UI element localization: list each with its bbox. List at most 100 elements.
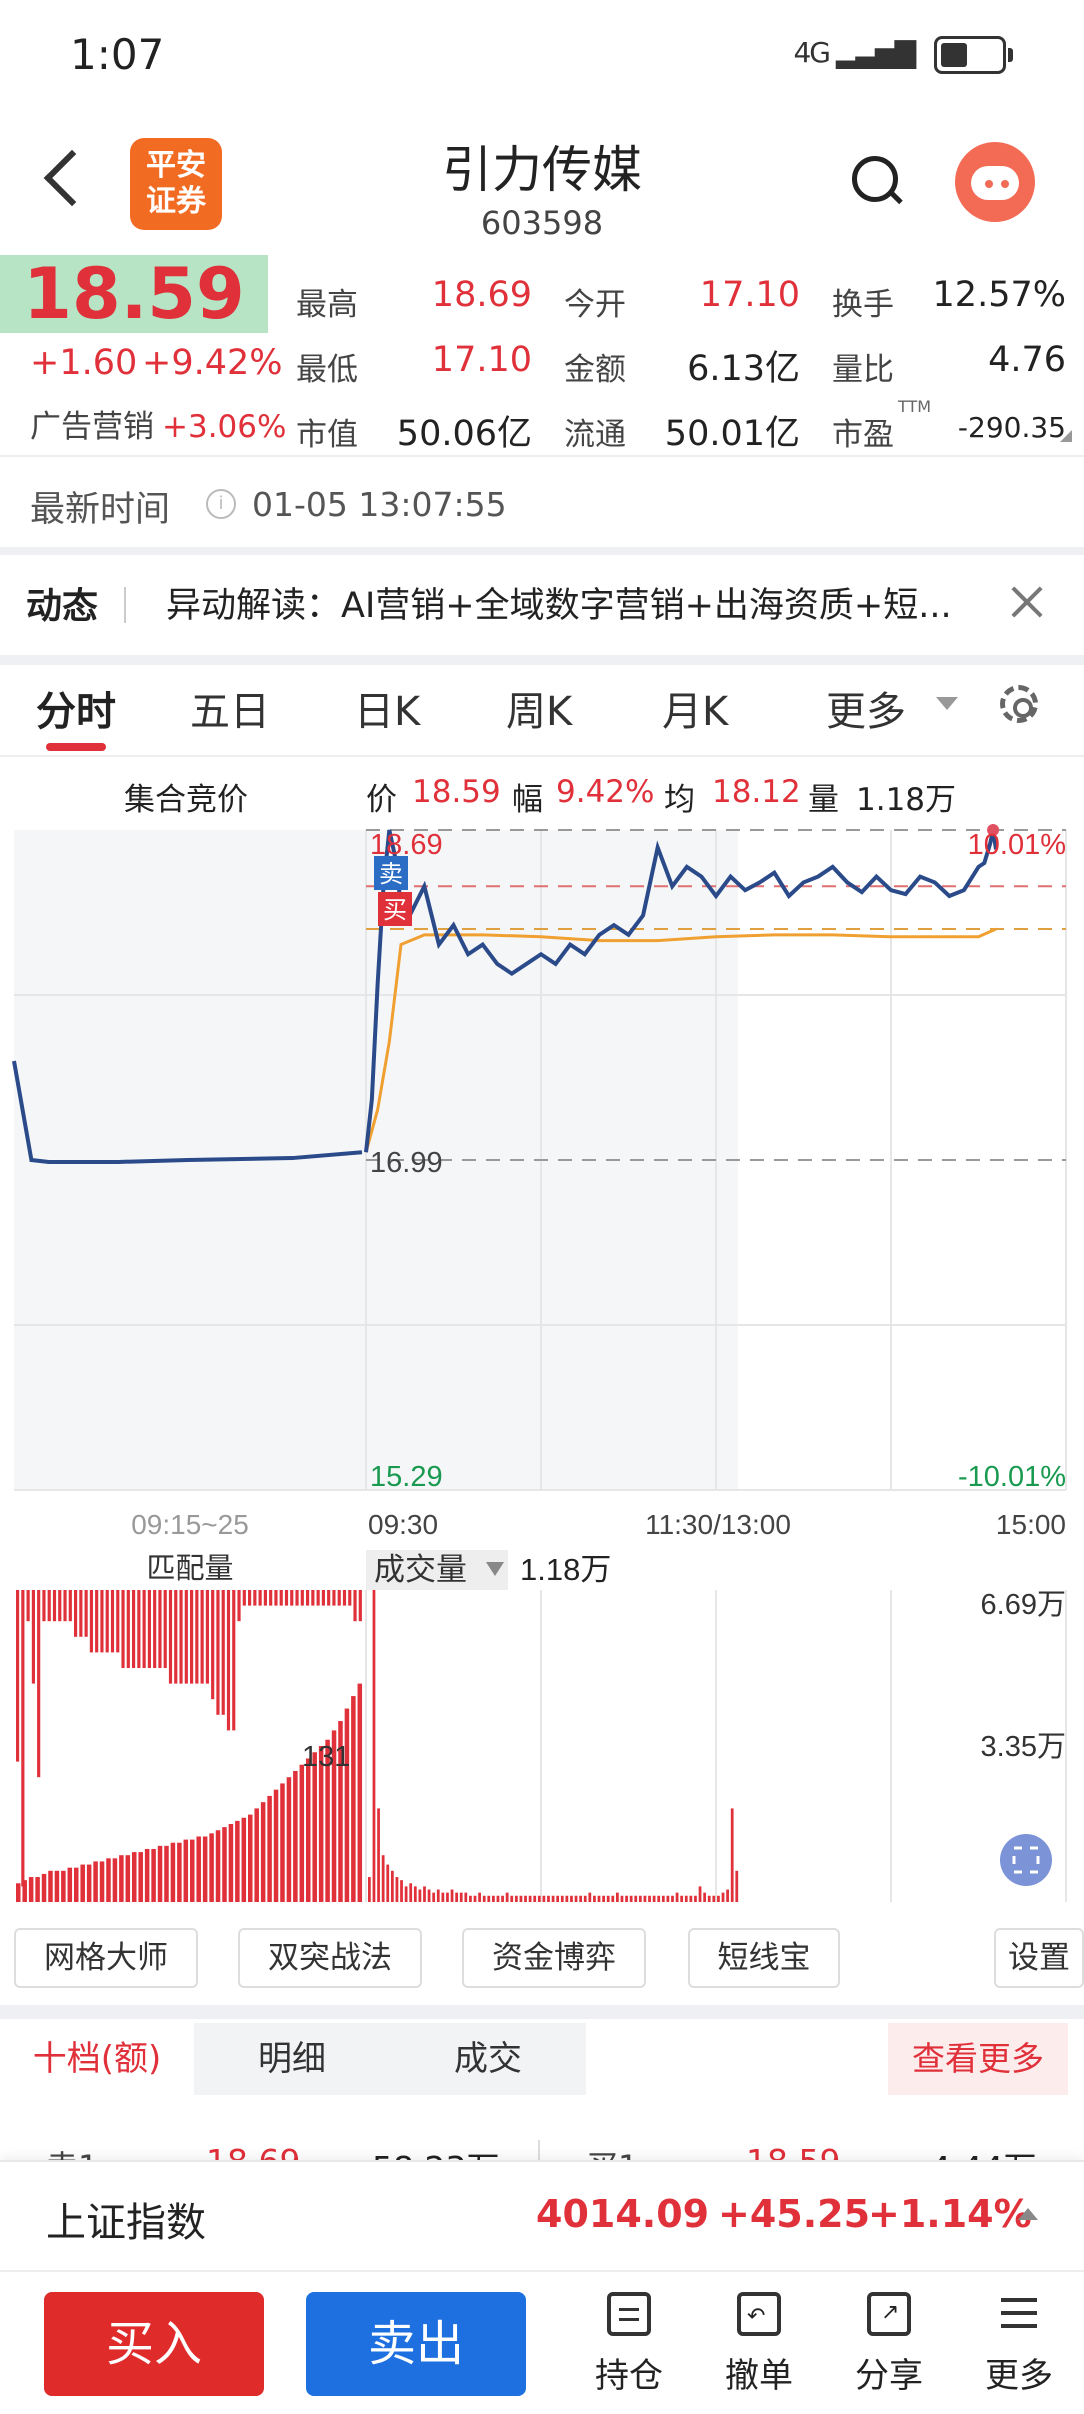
auction-match-bar	[195, 1590, 199, 1684]
auction-volume-bar	[267, 1795, 272, 1902]
trade-volume-bar	[625, 1895, 628, 1902]
quote-label: 市盈	[832, 417, 894, 453]
trade-volume-bar	[712, 1895, 716, 1902]
auction-volume-bar	[28, 1877, 34, 1902]
trade-volume-bar	[501, 1895, 504, 1902]
auction-match-bar	[316, 1590, 320, 1606]
trade-volume-bar	[455, 1892, 459, 1902]
tab-intraday[interactable]: 分时	[36, 679, 116, 737]
auction-match-bar	[353, 1590, 357, 1622]
close-icon[interactable]	[1010, 585, 1044, 619]
corner-expand-icon[interactable]	[1060, 430, 1072, 442]
sell-button[interactable]: 卖出	[306, 2292, 526, 2396]
fullscreen-icon[interactable]	[1000, 1834, 1052, 1886]
amp-label: 幅	[512, 782, 543, 818]
auction-volume-bar	[144, 1848, 150, 1902]
info-icon[interactable]: i	[206, 489, 236, 519]
news-text[interactable]: 异动解读：AI营销+全域数字营销+出海资质+短...	[166, 577, 1006, 628]
tab-trades[interactable]: 成交	[390, 2023, 586, 2095]
expand-up-icon[interactable]	[1018, 2208, 1038, 2220]
trade-volume-bar	[551, 1895, 555, 1902]
double-breakout-button[interactable]: 双突战法	[238, 1928, 422, 1988]
quote-label: 换手	[832, 287, 894, 323]
trade-volume-bar	[634, 1895, 638, 1902]
trade-volume-bar	[579, 1895, 583, 1902]
short-term-button[interactable]: 短线宝	[688, 1928, 840, 1988]
trade-volume-bar	[638, 1895, 642, 1902]
gear-icon[interactable]	[1000, 685, 1038, 723]
sell-marker-label: 卖	[379, 861, 403, 888]
auction-match-bar	[253, 1590, 257, 1606]
auction-volume-bar	[228, 1824, 234, 1902]
tab-monthly-k[interactable]: 月K	[662, 679, 728, 737]
trade-volume-bar	[432, 1892, 436, 1902]
tab-five-day[interactable]: 五日	[190, 679, 270, 737]
trade-volume-bar	[675, 1892, 679, 1902]
buy-button[interactable]: 买入	[44, 2292, 264, 2396]
auction-match-bar	[110, 1590, 115, 1653]
auction-volume-bar	[312, 1752, 317, 1902]
y-bottom-label: 15.29	[370, 1461, 443, 1493]
index-bar[interactable]: 上证指数 4014.09 +45.25 +1.14%	[0, 2160, 1084, 2272]
auction-match-bar	[358, 1590, 362, 1622]
buy1-volume: 4.44万	[930, 2142, 1036, 2160]
trade-volume-bar	[487, 1895, 491, 1902]
capital-game-button[interactable]: 资金博弈	[462, 1928, 646, 1988]
auction-match-bar	[211, 1590, 215, 1700]
auction-volume-bar	[86, 1864, 92, 1902]
positions-action[interactable]: 持仓	[584, 2292, 674, 2397]
document-icon	[607, 2292, 651, 2336]
assistant-avatar[interactable]	[955, 142, 1035, 222]
tab-weekly-k[interactable]: 周K	[506, 679, 572, 737]
quote-value: 17.10	[699, 275, 800, 315]
view-more-button[interactable]: 查看更多	[888, 2023, 1068, 2095]
chevron-down-icon[interactable]	[936, 697, 958, 710]
auction-match-bar	[179, 1590, 183, 1684]
auction-match-bar	[116, 1590, 120, 1653]
sell1-volume: 58.23万	[372, 2142, 499, 2160]
more-action[interactable]: 更多	[974, 2292, 1064, 2397]
auction-match-bar	[258, 1590, 262, 1606]
amp-value: 9.42%	[556, 774, 655, 810]
orderbook-tabs: 十档(额) 明细 成交 查看更多	[0, 2023, 1084, 2095]
latest-time-value: 01-05 13:07:55	[252, 485, 507, 524]
auction-volume-bar	[170, 1842, 176, 1902]
auction-volume-bar	[215, 1830, 221, 1902]
grid-master-button[interactable]: 网格大师	[14, 1928, 198, 1988]
trade-volume-bar	[666, 1895, 670, 1902]
search-icon[interactable]	[852, 156, 898, 202]
settings-button[interactable]: 设置	[994, 1928, 1084, 1988]
trade-volume-bar	[547, 1895, 550, 1902]
news-label: 动态	[26, 586, 99, 627]
tab-detail[interactable]: 明细	[194, 2023, 390, 2095]
sell1-label: 卖1	[46, 2142, 98, 2160]
quote-label: 金额	[564, 352, 626, 388]
trade-volume-bar	[597, 1895, 601, 1902]
trade-volume-bar	[689, 1895, 693, 1902]
auction-volume-bar	[286, 1777, 292, 1902]
share-action[interactable]: ↗ 分享	[844, 2292, 934, 2397]
intraday-price-chart[interactable]: 卖 买 18.69 16.99 15.29 10.01% -10.01% 09:…	[0, 820, 1084, 1560]
auction-match-bar	[290, 1590, 294, 1606]
tab-ten-levels[interactable]: 十档(额)	[0, 2023, 194, 2095]
news-ticker[interactable]: 动态 异动解读：AI营销+全域数字营销+出海资质+短...	[0, 555, 1084, 655]
divider	[0, 2005, 1084, 2019]
trade-volume-bar	[721, 1892, 725, 1902]
cancel-order-action[interactable]: ↶ 撤单	[714, 2292, 804, 2397]
tab-daily-k[interactable]: 日K	[354, 679, 420, 737]
auction-match-bar	[168, 1590, 173, 1684]
volume-selector-label: 成交量	[374, 1552, 467, 1587]
price-change-pct: +9.42%	[142, 343, 283, 383]
trade-volume-bar	[556, 1895, 560, 1902]
tab-more[interactable]: 更多	[826, 679, 906, 737]
quote-value: 17.10	[431, 340, 532, 380]
auction-match-bar	[200, 1590, 204, 1684]
auction-match-bar	[242, 1590, 246, 1606]
trade-volume-bar	[661, 1895, 665, 1902]
trade-volume-bar	[583, 1895, 587, 1902]
buy-marker-label: 买	[383, 897, 407, 924]
volume-chart[interactable]: 匹配量 成交量 1.18万 6.69万 3.35万 131	[0, 1540, 1084, 1915]
sector-row[interactable]: 广告营销 +3.06%	[30, 401, 286, 446]
x-tick-close: 15:00	[996, 1509, 1066, 1540]
auction-volume-bar	[273, 1789, 279, 1902]
